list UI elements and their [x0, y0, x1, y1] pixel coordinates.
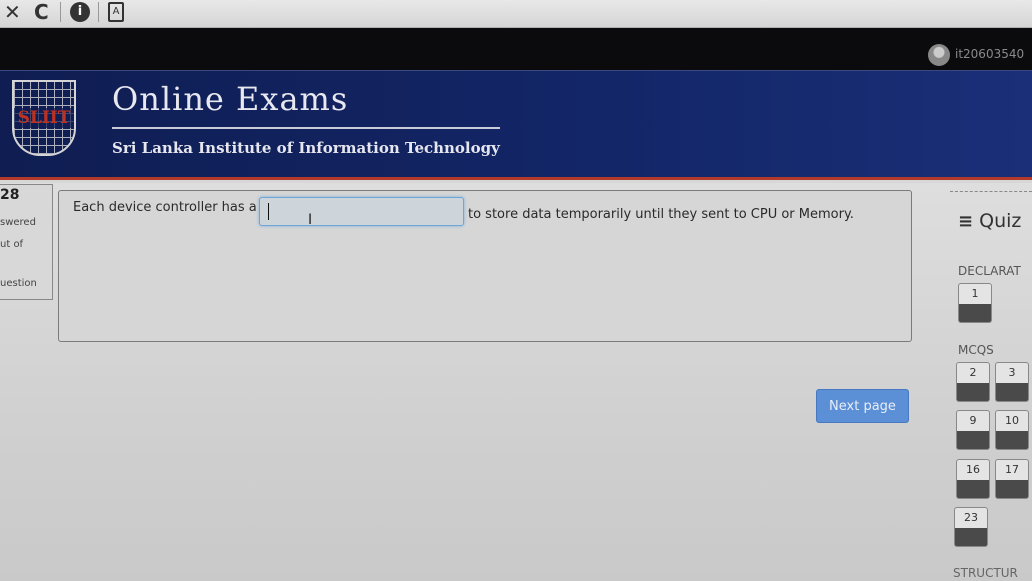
flag-question-link[interactable]: uestion: [0, 278, 37, 289]
question-text-after: to store data temporarily until they sen…: [468, 207, 854, 222]
ibeam-cursor-icon: I: [308, 212, 313, 228]
quiz-nav-button-10[interactable]: 10: [995, 410, 1029, 450]
close-icon[interactable]: ✕: [4, 0, 21, 24]
quiz-nav-button-2[interactable]: 2: [956, 362, 990, 402]
toolbar-divider: [98, 2, 99, 22]
site-title: Online Exams: [112, 80, 349, 118]
hamburger-icon[interactable]: ≡: [958, 211, 973, 232]
quiz-nav-button-23[interactable]: 23: [954, 507, 988, 547]
user-bar: [0, 28, 1032, 70]
quiz-nav-button-3[interactable]: 3: [995, 362, 1029, 402]
toolbar-divider: [60, 2, 61, 22]
title-divider: [112, 127, 500, 129]
answer-input[interactable]: [259, 197, 464, 226]
nav-section-declaration: DECLARAT: [958, 264, 1021, 278]
avatar[interactable]: [928, 44, 950, 66]
next-page-button[interactable]: Next page: [816, 389, 909, 423]
quiz-nav-title-text: Quiz: [979, 210, 1022, 232]
quiz-nav-button-9[interactable]: 9: [956, 410, 990, 450]
document-icon[interactable]: A: [108, 2, 124, 22]
browser-toolbar: ✕ C i A: [0, 0, 1032, 28]
text-caret: [268, 203, 269, 220]
quiz-nav-button-16[interactable]: 16: [956, 459, 990, 499]
question-state: swered: [0, 217, 36, 228]
question-marks: ut of: [0, 239, 24, 250]
quiz-nav-title: ≡ Quiz: [958, 210, 1021, 232]
quiz-nav-button-17[interactable]: 17: [995, 459, 1029, 499]
sliit-logo[interactable]: SLIIT: [12, 80, 76, 156]
nav-divider: [950, 191, 1032, 192]
quiz-nav-button-1[interactable]: 1: [958, 283, 992, 323]
nav-section-structured: STRUCTUR: [953, 566, 1018, 580]
question-number: 28: [0, 187, 20, 203]
site-subtitle: Sri Lanka Institute of Information Techn…: [112, 139, 500, 157]
logo-text: SLIIT: [14, 108, 74, 128]
question-text-before: Each device controller has a: [73, 200, 257, 215]
info-icon[interactable]: i: [70, 2, 90, 22]
reload-icon[interactable]: C: [34, 0, 49, 24]
nav-section-mcqs: MCQS: [958, 343, 994, 357]
user-id-label[interactable]: it20603540: [955, 47, 1024, 61]
